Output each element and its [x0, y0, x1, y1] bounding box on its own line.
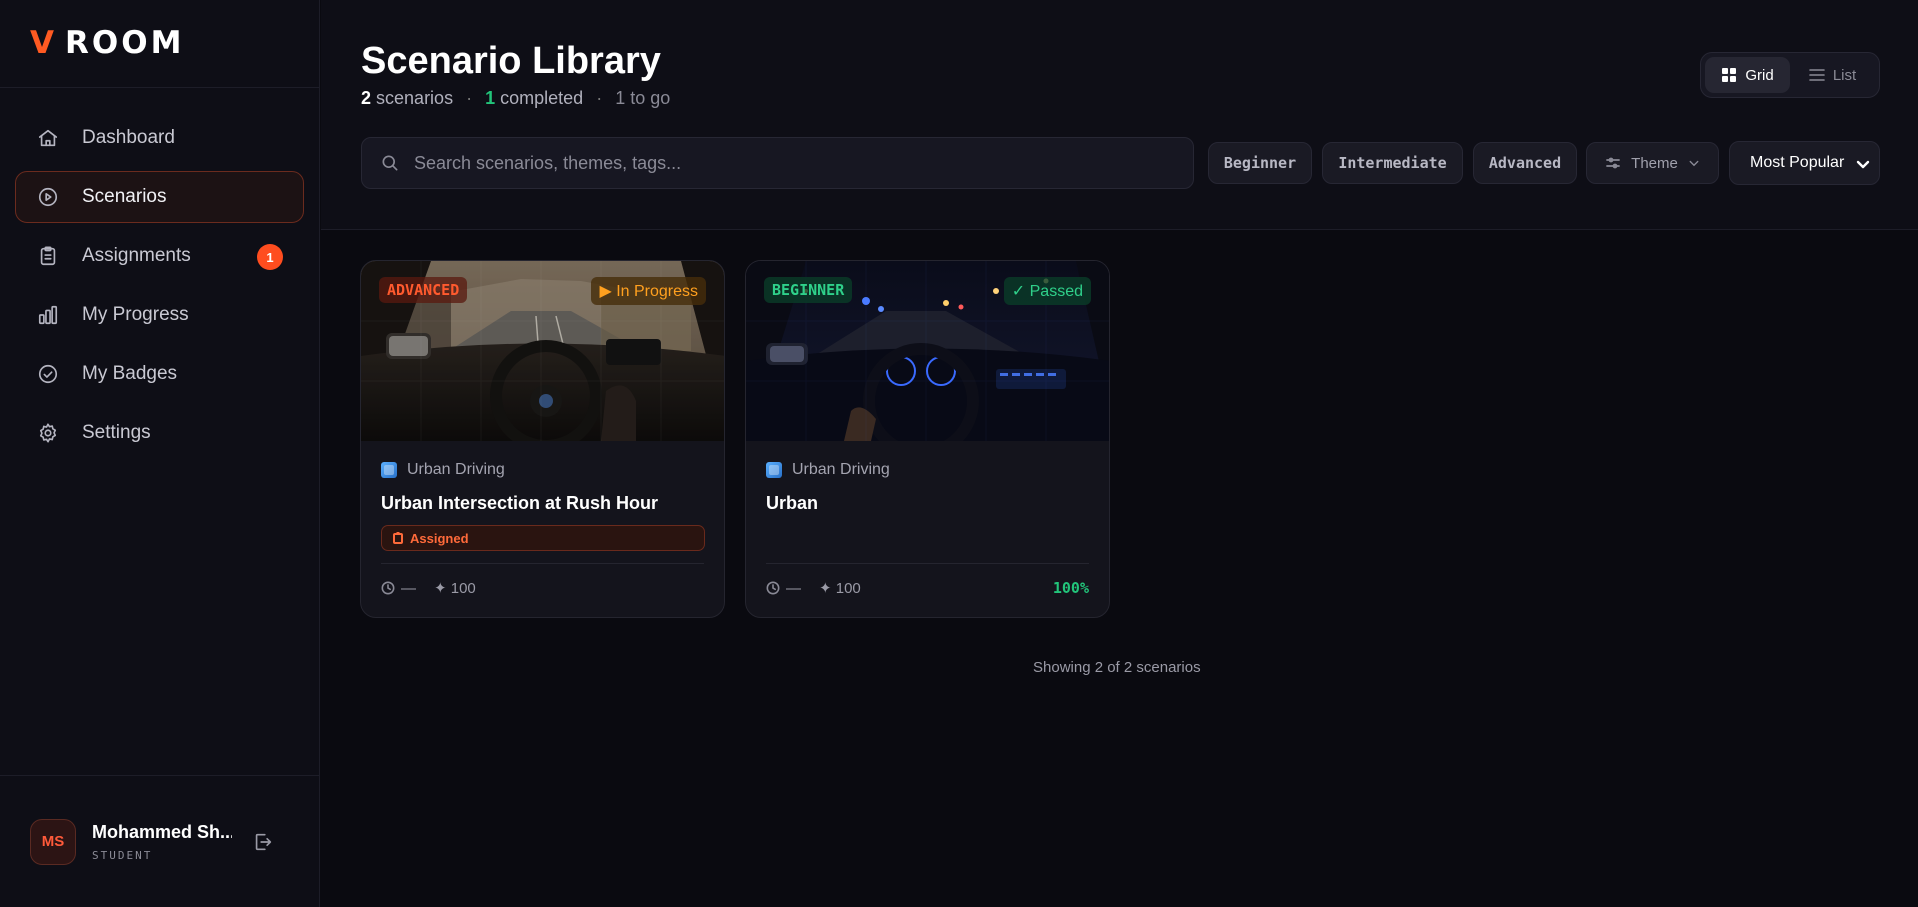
card-divider: [766, 563, 1089, 564]
completed-label: completed: [500, 88, 584, 108]
card-divider: [381, 563, 704, 564]
status-badge: ▶ In Progress: [591, 277, 706, 305]
filter-beginner-chip[interactable]: Beginner: [1208, 142, 1312, 184]
city-icon: [381, 462, 397, 478]
status-badge: ✓ Passed: [1003, 277, 1091, 305]
sidebar-item-my-progress[interactable]: My Progress: [15, 289, 304, 341]
filter-intermediate-chip[interactable]: Intermediate: [1322, 142, 1463, 184]
page-subtitle: 2 scenarios · 1 completed · 1 to go: [361, 88, 670, 109]
assigned-label: Assigned: [410, 530, 469, 546]
separator-dot: ·: [596, 88, 603, 108]
sidebar-item-dashboard[interactable]: Dashboard: [15, 112, 304, 164]
check-badge-icon: [36, 362, 60, 386]
results-count: Showing 2 of 2 scenarios: [1033, 659, 1201, 676]
card-duration: —: [401, 579, 416, 597]
sort-select[interactable]: Most Popular: [1729, 141, 1880, 185]
filter-advanced-chip[interactable]: Advanced: [1473, 142, 1577, 184]
grid-view-button[interactable]: Grid: [1705, 57, 1790, 93]
scenario-thumbnail: BEGINNER ✓ Passed: [746, 261, 1109, 441]
play-circle-icon: [36, 185, 60, 209]
city-icon: [766, 462, 782, 478]
sidebar-item-label: Settings: [82, 422, 151, 443]
view-toggle: Grid List: [1700, 52, 1880, 98]
clock-icon: [766, 581, 780, 595]
sort-selected-label: Most Popular: [1750, 154, 1845, 171]
home-icon: [36, 126, 60, 150]
sidebar-item-label: My Badges: [82, 363, 178, 384]
logo-word: ROOM: [65, 25, 185, 61]
card-title: Urban: [766, 493, 819, 513]
card-title: Urban Intersection at Rush Hour: [381, 493, 659, 513]
sidebar-item-label: Assignments: [82, 245, 191, 266]
logo-v: V: [30, 25, 57, 61]
logo[interactable]: V ROOM: [0, 0, 319, 88]
chevron-down-icon: [1856, 160, 1870, 169]
completed-count: 1: [485, 88, 496, 108]
level-badge: ADVANCED: [379, 277, 468, 303]
theme-filter-dropdown[interactable]: Theme: [1586, 142, 1719, 184]
clipboard-icon: [36, 244, 60, 268]
grid-icon: [1722, 68, 1737, 82]
scenario-card[interactable]: ADVANCED ▶ In Progress Urban Driving Urb…: [360, 260, 725, 618]
list-view-label: List: [1832, 66, 1857, 84]
card-points: ✦ 100: [819, 580, 861, 597]
card-theme: Urban Driving: [381, 461, 505, 479]
sidebar-item-assignments[interactable]: Assignments 1: [15, 230, 304, 282]
sidebar-item-label: Scenarios: [82, 186, 167, 207]
assigned-badge: Assigned: [381, 525, 705, 551]
scenario-count-label: scenarios: [376, 88, 454, 108]
sidebar-item-label: My Progress: [82, 304, 189, 325]
card-theme-label: Urban Driving: [407, 461, 505, 478]
clipboard-icon: [393, 532, 403, 544]
card-theme-label: Urban Driving: [792, 461, 890, 478]
sidebar-nav: Dashboard Scenarios Assignments 1 My Pro…: [0, 112, 319, 459]
avatar[interactable]: MS: [30, 818, 76, 865]
sliders-icon: [1606, 157, 1621, 169]
page-header: Scenario Library 2 scenarios · 1 complet…: [321, 0, 1918, 230]
list-icon: [1809, 69, 1825, 81]
logout-icon: [255, 833, 272, 850]
user-role: STUDENT: [92, 848, 153, 862]
sidebar-item-settings[interactable]: Settings: [15, 407, 304, 459]
card-points: ✦ 100: [434, 580, 476, 597]
search-icon: [382, 155, 398, 171]
assignments-count-badge: 1: [257, 244, 283, 270]
to-go-label: 1 to go: [615, 88, 671, 108]
search-bar: [361, 137, 1194, 189]
sidebar: VROOM Dashboard Scenarios Assignments 1: [0, 0, 320, 907]
scenario-thumbnail: ADVANCED ▶ In Progress: [361, 261, 724, 441]
sidebar-item-my-badges[interactable]: My Badges: [15, 348, 304, 400]
card-duration: —: [786, 579, 801, 597]
theme-filter-label: Theme: [1631, 154, 1678, 172]
user-name: Mohammed Sh...: [92, 821, 232, 842]
sidebar-item-label: Dashboard: [82, 127, 175, 148]
sidebar-item-scenarios[interactable]: Scenarios: [15, 171, 304, 223]
list-view-button[interactable]: List: [1790, 57, 1875, 93]
grid-view-label: Grid: [1745, 66, 1774, 84]
card-meta: — ✦ 100: [381, 579, 476, 597]
gear-icon: [36, 421, 60, 445]
logo-text: V ROOM: [30, 28, 184, 59]
search-input[interactable]: [414, 152, 1174, 174]
card-meta: — ✦ 100: [766, 579, 861, 597]
separator-dot: ·: [466, 88, 473, 108]
scenario-count: 2: [361, 88, 372, 108]
user-info: Mohammed Sh... STUDENT: [92, 822, 232, 862]
card-score: 100%: [1052, 579, 1089, 597]
user-panel: MS Mohammed Sh... STUDENT: [0, 775, 320, 907]
bar-chart-icon: [36, 303, 60, 327]
scenario-card[interactable]: BEGINNER ✓ Passed Urban Driving Urban — …: [745, 260, 1110, 618]
clock-icon: [381, 581, 395, 595]
page-title: Scenario Library: [361, 40, 661, 82]
logout-button[interactable]: [252, 831, 274, 853]
chevron-down-icon: [1689, 160, 1699, 167]
card-theme: Urban Driving: [766, 461, 890, 479]
level-badge: BEGINNER: [764, 277, 853, 303]
